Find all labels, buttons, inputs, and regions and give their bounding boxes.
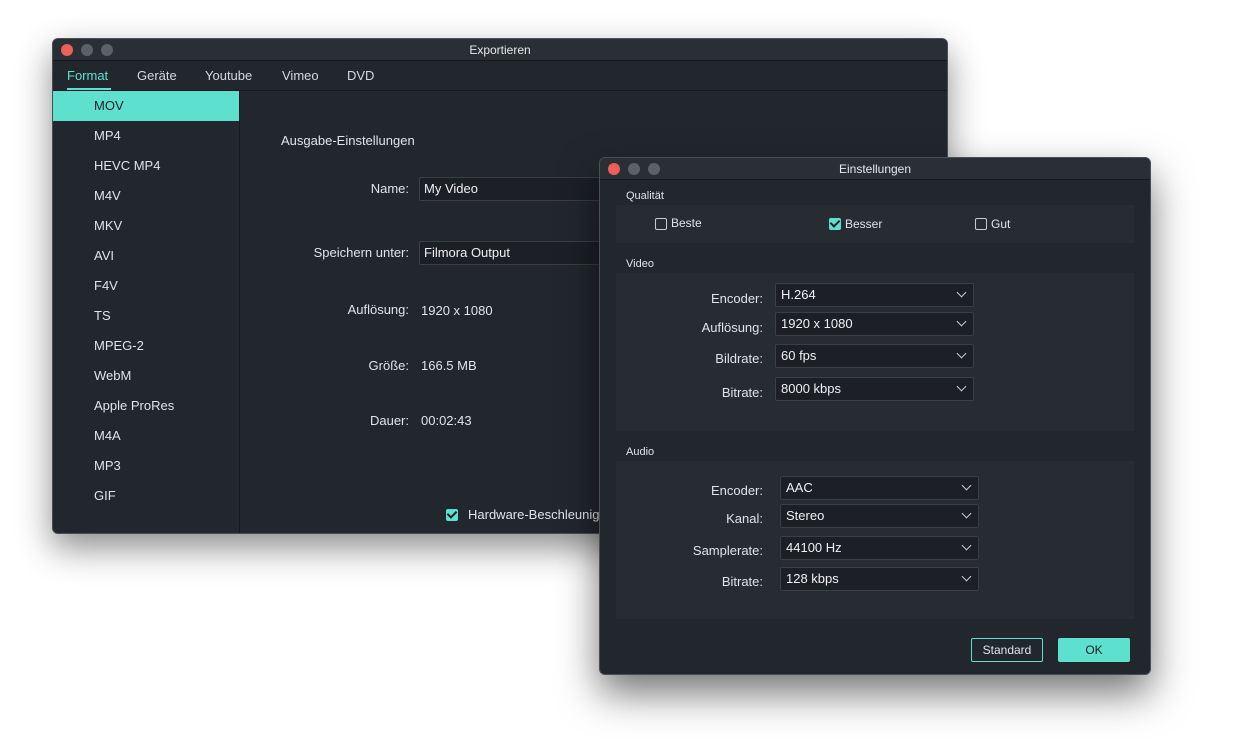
format-item-apple-prores[interactable]: Apple ProRes (53, 391, 239, 421)
chevron-down-icon (961, 540, 972, 551)
settings-window-title: Einstellungen (838, 162, 912, 176)
quality-gut-label: Gut (991, 217, 1011, 231)
standard-button[interactable]: Standard (971, 638, 1043, 662)
quality-panel: Beste Besser Gut (616, 205, 1134, 243)
quality-beste-label: Beste (671, 216, 702, 230)
resolution-label: Auflösung: (347, 302, 409, 317)
audio-bitrate-label: Bitrate: (721, 574, 763, 589)
chevron-down-icon (956, 316, 967, 327)
export-window-title: Exportieren (469, 43, 531, 57)
format-item-mov[interactable]: MOV (53, 91, 239, 121)
chevron-down-icon (956, 348, 967, 359)
format-item-f4v[interactable]: F4V (53, 271, 239, 301)
format-list: MOV MP4 HEVC MP4 M4V MKV AVI F4V TS MPEG… (53, 91, 240, 533)
video-encoder-label: Encoder: (710, 291, 763, 306)
video-section-label: Video (626, 258, 654, 270)
quality-besser-label: Besser (845, 217, 883, 231)
tab-format[interactable]: Format (67, 68, 108, 83)
audio-encoder-dropdown[interactable]: AAC (780, 476, 979, 500)
duration-value: 00:02:43 (421, 413, 472, 428)
audio-encoder-value: AAC (786, 480, 813, 495)
format-item-mpeg2[interactable]: MPEG-2 (53, 331, 239, 361)
export-titlebar: Exportieren (53, 39, 947, 61)
resolution-value: 1920 x 1080 (421, 303, 493, 318)
audio-panel: Encoder: AAC Kanal: Stereo Samplerate: 4… (616, 461, 1134, 619)
tab-geraete[interactable]: Geräte (137, 68, 177, 83)
tab-youtube[interactable]: Youtube (205, 68, 252, 83)
audio-bitrate-value: 128 kbps (786, 571, 839, 586)
video-framerate-value: 60 fps (781, 348, 817, 363)
video-resolution-value: 1920 x 1080 (781, 316, 853, 331)
chevron-down-icon (956, 381, 967, 392)
audio-channel-dropdown[interactable]: Stereo (780, 504, 979, 528)
size-value: 166.5 MB (421, 358, 477, 373)
video-framerate-dropdown[interactable]: 60 fps (775, 344, 974, 368)
format-item-ts[interactable]: TS (53, 301, 239, 331)
format-item-mp3[interactable]: MP3 (53, 451, 239, 481)
video-encoder-value: H.264 (781, 287, 816, 302)
video-resolution-label: Auflösung: (701, 320, 763, 335)
settings-window: Einstellungen Qualität Beste Besser Gut … (599, 157, 1151, 675)
tab-vimeo[interactable]: Vimeo (282, 68, 319, 83)
quality-beste-checkbox[interactable] (655, 218, 667, 230)
format-item-avi[interactable]: AVI (53, 241, 239, 271)
ok-button[interactable]: OK (1058, 638, 1130, 662)
chevron-down-icon (961, 571, 972, 582)
export-tab-bar: Format Geräte Youtube Vimeo DVD (53, 61, 947, 91)
audio-channel-value: Stereo (786, 508, 825, 523)
video-panel: Encoder: H.264 Auflösung: 1920 x 1080 Bi… (616, 273, 1134, 431)
audio-channel-label: Kanal: (726, 511, 763, 526)
video-bitrate-label: Bitrate: (721, 385, 763, 400)
audio-bitrate-dropdown[interactable]: 128 kbps (780, 567, 979, 591)
active-tab-indicator (67, 88, 111, 90)
format-item-m4v[interactable]: M4V (53, 181, 239, 211)
audio-section-label: Audio (626, 446, 655, 458)
audio-encoder-label: Encoder: (710, 483, 763, 498)
hardware-acceleration-label: Hardware-Beschleunigu (468, 507, 607, 522)
quality-section-label: Qualität (626, 190, 664, 202)
size-label: Größe: (368, 358, 409, 373)
video-bitrate-dropdown[interactable]: 8000 kbps (775, 377, 974, 401)
format-item-hevc-mp4[interactable]: HEVC MP4 (53, 151, 239, 181)
audio-samplerate-label: Samplerate: (692, 543, 763, 558)
format-item-mkv[interactable]: MKV (53, 211, 239, 241)
settings-titlebar: Einstellungen (600, 158, 1150, 180)
video-encoder-dropdown[interactable]: H.264 (775, 283, 974, 307)
video-resolution-dropdown[interactable]: 1920 x 1080 (775, 312, 974, 336)
chevron-down-icon (961, 480, 972, 491)
hardware-acceleration-checkbox[interactable] (446, 509, 458, 521)
audio-samplerate-dropdown[interactable]: 44100 Hz (780, 536, 979, 560)
quality-gut-checkbox[interactable] (975, 218, 987, 230)
duration-label: Dauer: (369, 413, 409, 428)
save-location-label: Speichern unter: (313, 245, 409, 260)
name-label: Name: (370, 181, 409, 196)
tab-dvd[interactable]: DVD (347, 68, 374, 83)
video-bitrate-value: 8000 kbps (781, 381, 841, 396)
audio-samplerate-value: 44100 Hz (786, 540, 842, 555)
output-settings-heading: Ausgabe-Einstellungen (281, 133, 415, 148)
format-item-gif[interactable]: GIF (53, 481, 239, 511)
chevron-down-icon (961, 508, 972, 519)
chevron-down-icon (956, 287, 967, 298)
video-framerate-label: Bildrate: (715, 351, 763, 366)
format-item-mp4[interactable]: MP4 (53, 121, 239, 151)
quality-besser-checkbox[interactable] (829, 218, 841, 230)
format-item-m4a[interactable]: M4A (53, 421, 239, 451)
format-item-webm[interactable]: WebM (53, 361, 239, 391)
